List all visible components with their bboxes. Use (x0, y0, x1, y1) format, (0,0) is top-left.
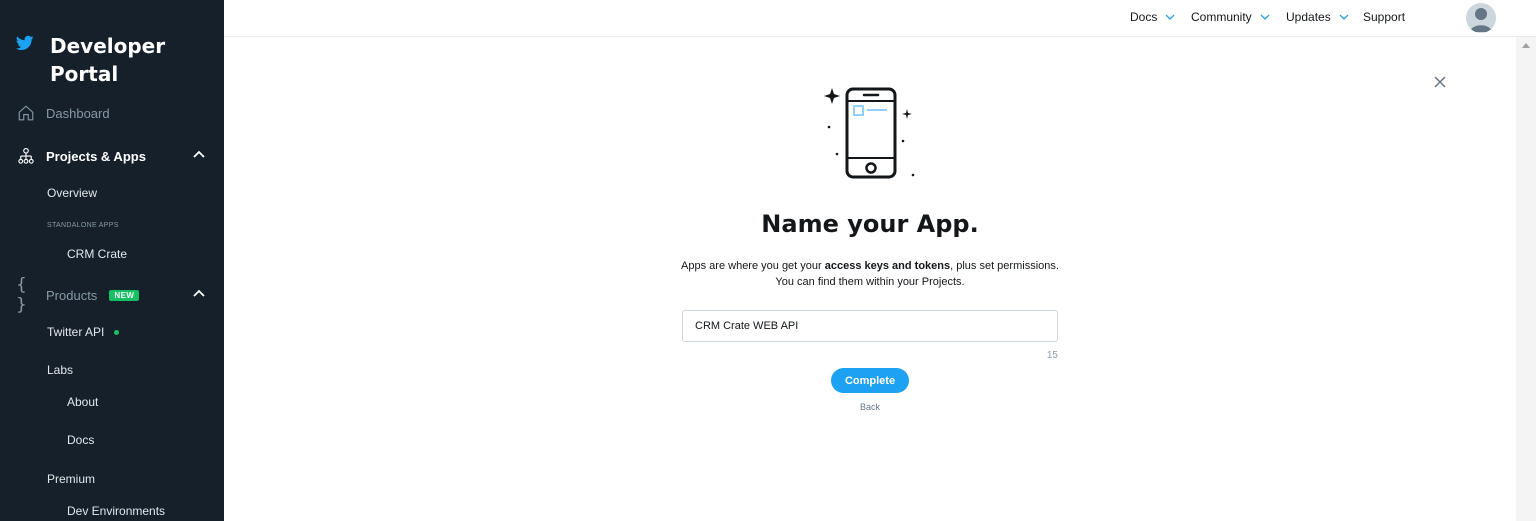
sidebar-item-twitter-api[interactable]: Twitter API (47, 325, 120, 339)
sidebar-item-about[interactable]: About (67, 395, 98, 409)
desc-bold: access keys and tokens (824, 260, 951, 272)
phone-illustration (824, 87, 915, 179)
app-name-input[interactable] (682, 310, 1058, 342)
sidebar-item-labs[interactable]: Labs (47, 363, 73, 377)
topnav-label: Docs (1130, 10, 1158, 24)
user-avatar-icon[interactable] (1466, 3, 1496, 33)
sidebar-item-dev-environments[interactable]: Dev Environments (67, 504, 165, 518)
chevron-down-icon (1339, 14, 1349, 20)
close-icon[interactable] (1432, 74, 1448, 90)
page-title: Name your App. (761, 210, 979, 238)
projects-tree-icon (16, 146, 36, 166)
chevron-down-icon (1165, 14, 1175, 20)
sidebar-item-projects-apps[interactable]: Projects & Apps (16, 144, 208, 168)
desc-text: , plus set permissions. (950, 260, 1059, 272)
sidebar-item-label: Twitter API (47, 325, 105, 339)
complete-button[interactable]: Complete (831, 368, 909, 393)
sidebar-item-label: Dashboard (46, 105, 110, 121)
new-badge: NEW (109, 289, 140, 301)
char-counter: 15 (1046, 350, 1058, 361)
topnav-updates[interactable]: Updates (1286, 10, 1349, 24)
sidebar-item-overview[interactable]: Overview (47, 186, 97, 200)
topnav-support[interactable]: Support (1363, 10, 1405, 24)
twitter-bird-icon (16, 35, 34, 51)
sidebar-item-premium[interactable]: Premium (47, 472, 95, 486)
brand-title: Developer Portal (50, 34, 166, 86)
page-description: Apps are where you get your access keys … (0, 258, 1536, 290)
sidebar-item-docs[interactable]: Docs (67, 433, 94, 447)
sidebar-item-dashboard[interactable]: Dashboard (16, 101, 208, 125)
home-icon (16, 103, 36, 123)
back-link[interactable]: Back (830, 402, 910, 412)
desc-text: Apps are where you get your (681, 260, 825, 272)
top-navigation-bar: Docs Community Updates Support (224, 0, 1536, 37)
topnav-docs[interactable]: Docs (1130, 10, 1175, 24)
chevron-up-icon[interactable] (192, 148, 206, 162)
desc-line2: You can find them within your Projects. (775, 276, 965, 288)
topnav-label: Updates (1286, 10, 1331, 24)
status-dot (114, 330, 120, 336)
scroll-up-arrow-icon[interactable] (1521, 41, 1531, 49)
topnav-label: Community (1191, 10, 1252, 24)
topnav-label: Support (1363, 10, 1406, 24)
sidebar-item-label: Projects & Apps (46, 148, 146, 164)
topnav-community[interactable]: Community (1191, 10, 1270, 24)
chevron-down-icon (1260, 14, 1270, 20)
brand[interactable]: Developer Portal (16, 32, 180, 88)
